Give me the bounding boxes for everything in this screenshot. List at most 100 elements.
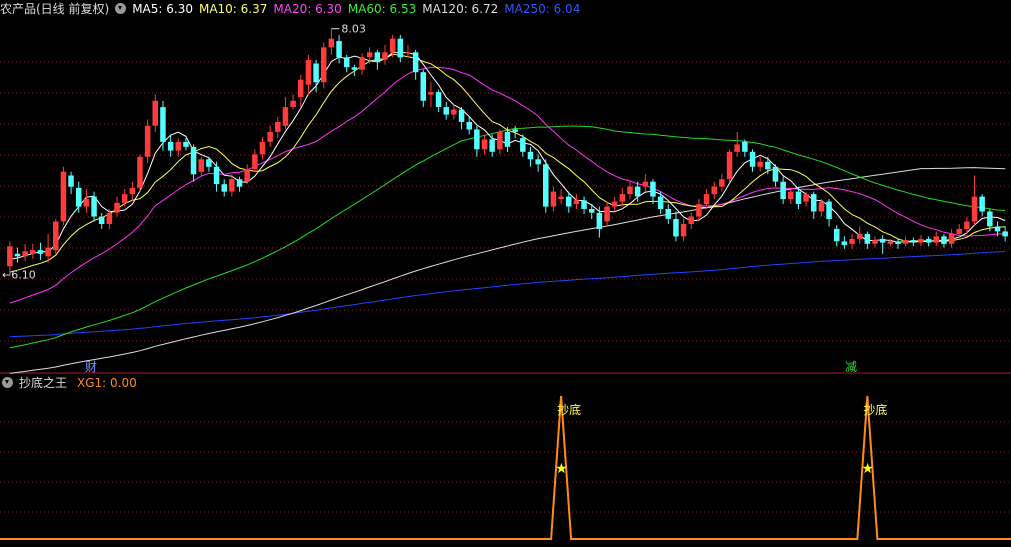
candle-body bbox=[925, 238, 932, 243]
candle-body bbox=[344, 57, 350, 68]
candle-body bbox=[826, 201, 832, 219]
candle-body bbox=[627, 186, 633, 195]
candle-body bbox=[267, 131, 273, 142]
ma10-line bbox=[9, 53, 1006, 273]
indicator-dropdown-icon[interactable] bbox=[2, 377, 13, 388]
candle-body bbox=[956, 228, 962, 234]
candle-body bbox=[244, 169, 250, 182]
candle-body bbox=[305, 59, 312, 85]
candle-body bbox=[611, 201, 618, 207]
candle-body bbox=[902, 240, 909, 244]
candle-body bbox=[780, 181, 786, 200]
candle-body bbox=[37, 250, 44, 254]
candle-body bbox=[76, 187, 82, 207]
candle-body bbox=[183, 141, 189, 147]
candle-body bbox=[550, 191, 557, 207]
indicator-chart: 抄底 ★ 抄底 ★ bbox=[0, 395, 1011, 540]
candle-body bbox=[719, 179, 725, 187]
candle-body bbox=[994, 226, 1001, 232]
candle-body bbox=[803, 194, 809, 202]
candle-body bbox=[389, 38, 396, 53]
candle-body bbox=[259, 141, 266, 155]
candle-body bbox=[68, 175, 74, 187]
candle-body bbox=[879, 238, 886, 243]
candle-body bbox=[160, 107, 166, 142]
high-price-label: 8.03 bbox=[341, 23, 366, 36]
candle-body bbox=[573, 200, 580, 204]
xg1-line bbox=[0, 395, 1011, 540]
candle-body bbox=[941, 236, 947, 244]
candle-body bbox=[673, 219, 679, 237]
candle-body bbox=[619, 194, 626, 202]
low-price-label: ←6.10 bbox=[2, 269, 36, 282]
candle-body bbox=[60, 171, 67, 222]
candle-body bbox=[910, 240, 916, 243]
candle-body bbox=[466, 122, 472, 130]
candle-body bbox=[366, 52, 373, 58]
settings-dropdown-icon[interactable] bbox=[115, 3, 127, 14]
candle-body bbox=[298, 79, 304, 98]
price-chart-panel[interactable]: 农产品(日线 前复权) MA5: 6.30 MA10: 6.37 MA20: 6.30… bbox=[0, 0, 1011, 374]
ma-label: MA20: 6.30 bbox=[273, 2, 342, 16]
candle-body bbox=[964, 221, 970, 229]
candle-body bbox=[336, 41, 342, 58]
candle-body bbox=[834, 228, 840, 242]
candle-body bbox=[152, 100, 158, 126]
candle-body bbox=[887, 241, 894, 244]
candle-body bbox=[458, 109, 465, 122]
candle-body bbox=[696, 204, 702, 217]
candle-body bbox=[811, 194, 817, 212]
candle-body bbox=[451, 109, 457, 115]
candle-body bbox=[229, 179, 235, 192]
candle-body bbox=[665, 209, 671, 219]
candle-body bbox=[405, 52, 411, 54]
candle-body bbox=[351, 67, 358, 70]
candle-body bbox=[321, 47, 327, 83]
ma60-line bbox=[9, 125, 1006, 349]
candle-body bbox=[918, 238, 924, 243]
candle-body bbox=[604, 206, 610, 222]
candle-body bbox=[221, 184, 227, 192]
ma250-line bbox=[9, 251, 1006, 338]
candle-body bbox=[30, 250, 36, 254]
candle-body bbox=[167, 141, 174, 151]
indicator-panel[interactable]: 抄底之王 XG1: 0.00 抄底 ★ 抄底 ★ bbox=[0, 374, 1011, 547]
ma-label: MA60: 6.53 bbox=[347, 2, 417, 16]
candle-body bbox=[581, 200, 587, 209]
candle-body bbox=[841, 241, 848, 246]
candle-body bbox=[688, 216, 694, 224]
candle-body bbox=[313, 63, 319, 83]
star-icon: ★ bbox=[861, 461, 874, 477]
candle-body bbox=[634, 186, 641, 197]
xg1-label: XG1: 0.00 bbox=[77, 376, 137, 390]
candle-body bbox=[558, 196, 564, 200]
candle-body bbox=[726, 151, 733, 180]
candle-body bbox=[83, 199, 90, 207]
ma5-line bbox=[9, 52, 1006, 260]
candle-body bbox=[137, 156, 143, 188]
candle-body bbox=[121, 194, 128, 203]
candle-body bbox=[987, 211, 993, 227]
candle-body bbox=[680, 224, 687, 237]
event-marker: 减 bbox=[845, 360, 857, 374]
candle-body bbox=[872, 240, 878, 244]
candle-body bbox=[788, 191, 794, 200]
candle-body bbox=[98, 216, 105, 224]
candle-body bbox=[933, 236, 939, 243]
candle-body bbox=[895, 241, 901, 244]
candle-body bbox=[589, 209, 595, 213]
candle-body bbox=[703, 194, 710, 204]
candle-body bbox=[236, 179, 243, 187]
candle-body bbox=[412, 52, 419, 73]
candle-body bbox=[129, 187, 136, 195]
candle-body bbox=[795, 191, 802, 204]
candle-body bbox=[489, 139, 495, 152]
ma-label: MA120: 6.72 bbox=[422, 2, 499, 16]
indicator-legend: 抄底之王 XG1: 0.00 bbox=[0, 374, 143, 392]
candle-body bbox=[45, 247, 51, 257]
candle-body bbox=[849, 238, 855, 244]
price-chart: 8.03 ←6.10 财 减 bbox=[0, 23, 1011, 374]
candle-body bbox=[1002, 231, 1008, 237]
candle-body bbox=[53, 221, 59, 251]
candle-body bbox=[711, 186, 717, 195]
